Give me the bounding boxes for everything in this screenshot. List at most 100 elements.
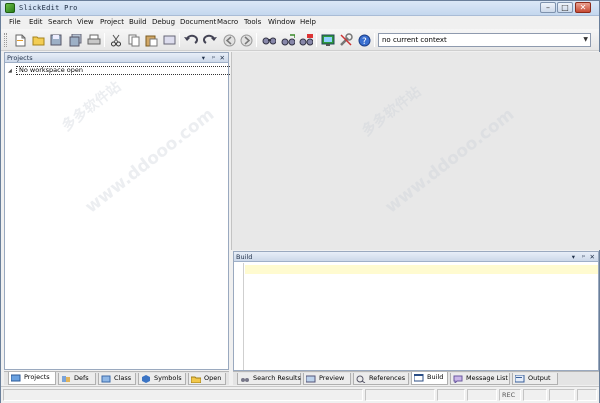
current-context-dropdown[interactable]: no current context ▼ xyxy=(378,33,591,47)
undo-icon[interactable] xyxy=(184,33,198,47)
save-all-icon[interactable] xyxy=(68,33,82,47)
tab-build[interactable]: Build xyxy=(411,372,448,385)
select-all-icon[interactable] xyxy=(162,33,176,47)
status-cell-5 xyxy=(577,389,597,401)
main-window: SlickEdit Pro File Edit Search View Proj… xyxy=(0,0,600,403)
tab-output[interactable]: Output xyxy=(512,373,558,385)
close-button[interactable]: ✕ xyxy=(575,2,591,13)
paste-icon[interactable] xyxy=(144,33,158,47)
tab-projects[interactable]: Projects xyxy=(8,372,56,385)
tab-open[interactable]: Open xyxy=(188,373,226,385)
status-cell-3 xyxy=(523,389,547,401)
menu-view[interactable]: View xyxy=(77,18,94,26)
forward-icon[interactable] xyxy=(239,33,253,47)
pin-icon[interactable]: ᵖ xyxy=(212,53,215,63)
print-icon[interactable] xyxy=(87,33,101,47)
chevron-down-icon[interactable]: ▼ xyxy=(583,36,588,43)
menu-build[interactable]: Build xyxy=(129,18,147,26)
open-folder-icon[interactable] xyxy=(32,33,46,47)
output-tabstrip: Search Results Preview References Build … xyxy=(233,371,599,385)
toolbar-separator xyxy=(256,33,257,47)
window-title: SlickEdit Pro xyxy=(19,4,78,12)
symbols-icon xyxy=(142,375,150,383)
replace-icon[interactable] xyxy=(299,33,313,47)
menu-edit[interactable]: Edit xyxy=(29,18,43,26)
menu-bar: File Edit Search View Project Build Debu… xyxy=(1,16,599,29)
status-bar: REC xyxy=(1,386,599,403)
find-icon[interactable] xyxy=(262,33,276,47)
output-icon xyxy=(515,375,525,383)
tree-expander-icon[interactable]: ◢ xyxy=(8,68,12,74)
tab-references[interactable]: References xyxy=(353,373,409,385)
tab-open-label: Open xyxy=(204,374,222,382)
tab-class-label: Class xyxy=(114,374,132,382)
tab-search-results-label: Search Results xyxy=(253,374,301,382)
tab-defs-label: Defs xyxy=(74,374,89,382)
status-rec[interactable]: REC xyxy=(499,389,521,401)
redo-icon[interactable] xyxy=(203,33,217,47)
tab-build-label: Build xyxy=(427,373,444,381)
search-results-icon xyxy=(241,378,249,382)
tab-output-label: Output xyxy=(528,374,551,382)
panel-menu-icon[interactable]: ▾ xyxy=(572,252,575,262)
message-list-icon xyxy=(453,375,463,383)
menu-file[interactable]: File xyxy=(9,18,21,26)
build-current-line[interactable] xyxy=(245,265,598,274)
menu-macro[interactable]: Macro xyxy=(217,18,238,26)
save-icon[interactable] xyxy=(49,33,63,47)
tab-defs[interactable]: Defs xyxy=(58,373,96,385)
menu-document[interactable]: Document xyxy=(180,18,216,26)
defs-icon xyxy=(62,376,70,382)
projects-panel-title: Projects xyxy=(7,54,33,62)
menu-window[interactable]: Window xyxy=(268,18,296,26)
tab-class[interactable]: Class xyxy=(98,373,136,385)
build-panel-title: Build xyxy=(236,253,253,261)
status-message xyxy=(3,389,363,401)
cut-icon[interactable] xyxy=(109,33,123,47)
toolbar-separator xyxy=(104,33,105,47)
menu-tools[interactable]: Tools xyxy=(244,18,261,26)
monitor-icon[interactable] xyxy=(321,33,335,47)
toolbar-grip[interactable] xyxy=(4,33,7,47)
tab-projects-label: Projects xyxy=(24,373,50,381)
svg-text:?: ? xyxy=(362,37,367,47)
menu-help[interactable]: Help xyxy=(300,18,316,26)
menu-project[interactable]: Project xyxy=(100,18,124,26)
status-cell-2 xyxy=(467,389,497,401)
projects-tabstrip: Projects Defs Class Symbols Open xyxy=(4,371,229,385)
open-icon xyxy=(191,376,201,383)
help-icon[interactable]: ? xyxy=(357,33,371,47)
menu-debug[interactable]: Debug xyxy=(152,18,175,26)
status-position xyxy=(365,389,435,401)
tab-symbols-label: Symbols xyxy=(154,374,182,382)
tools-icon[interactable] xyxy=(339,33,353,47)
class-icon xyxy=(101,375,111,383)
find-next-icon[interactable] xyxy=(281,33,295,47)
new-file-icon[interactable] xyxy=(13,33,27,47)
toolbar-separator xyxy=(316,33,317,47)
build-icon xyxy=(414,374,424,382)
tab-message-list-label: Message List xyxy=(466,374,508,382)
tab-message-list[interactable]: Message List xyxy=(450,373,510,385)
panel-menu-icon[interactable]: ▾ xyxy=(202,53,205,63)
minimize-button[interactable]: – xyxy=(540,2,556,13)
tab-search-results[interactable]: Search Results xyxy=(237,373,301,385)
maximize-button[interactable]: □ xyxy=(557,2,573,13)
build-gutter xyxy=(234,263,244,370)
menu-search[interactable]: Search xyxy=(48,18,72,26)
editor-area[interactable] xyxy=(231,52,600,250)
back-icon[interactable] xyxy=(222,33,236,47)
tab-symbols[interactable]: Symbols xyxy=(138,373,186,385)
projects-icon xyxy=(11,374,21,382)
tab-preview[interactable]: Preview xyxy=(303,373,351,385)
pin-icon[interactable]: ᵖ xyxy=(582,252,585,262)
close-icon[interactable]: ✕ xyxy=(590,252,595,262)
workspace-tree-node[interactable]: No workspace open xyxy=(16,66,236,75)
current-context-value: no current context xyxy=(382,36,447,44)
projects-panel: Projects ▾ ᵖ ✕ ◢ No workspace open xyxy=(4,52,236,370)
copy-icon[interactable] xyxy=(127,33,141,47)
close-icon[interactable]: ✕ xyxy=(220,53,225,63)
title-bar: SlickEdit Pro xyxy=(1,1,599,16)
references-icon xyxy=(356,375,366,383)
toolbar-separator xyxy=(374,33,375,47)
